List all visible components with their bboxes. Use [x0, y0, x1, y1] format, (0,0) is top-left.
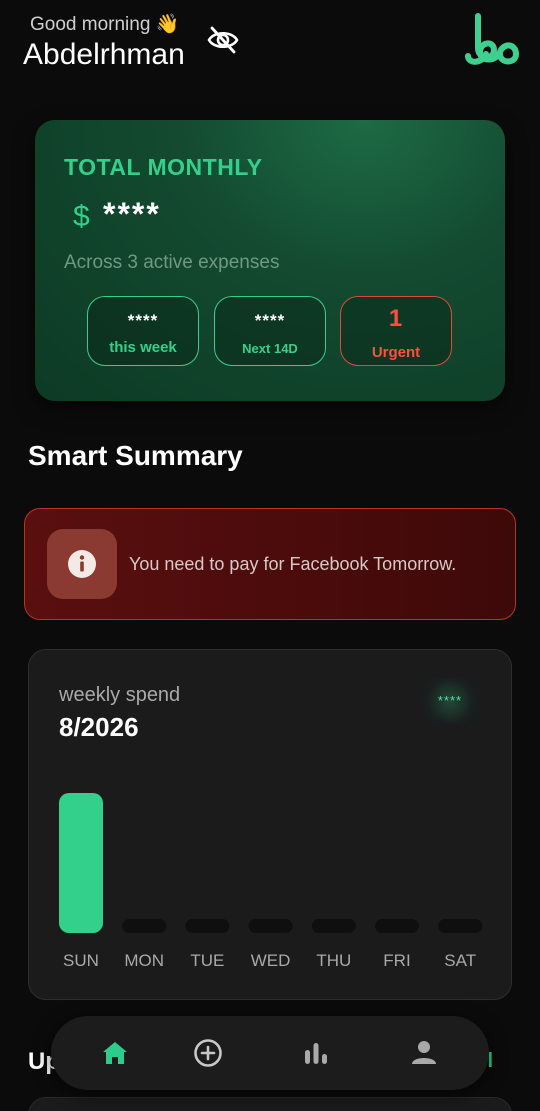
- alert-message: You need to pay for Facebook Tomorrow.: [129, 554, 457, 574]
- day-label-sun: SUN: [63, 951, 99, 970]
- day-label-wed: WED: [251, 951, 291, 970]
- urgent-count: 1: [388, 305, 404, 332]
- active-expenses-text: Across 3 active expenses: [64, 252, 280, 273]
- bar-mon[interactable]: [122, 919, 167, 933]
- weekly-bar-chart: SUN MON TUE WED THU FRI SAT: [59, 793, 483, 970]
- currency-symbol: $: [73, 200, 90, 233]
- urgent-label: Urgent: [371, 344, 421, 361]
- upcoming-card[interactable]: [28, 1097, 512, 1111]
- this-week-value: ****: [127, 311, 159, 330]
- bar-wed[interactable]: [248, 919, 293, 933]
- bar-thu[interactable]: [311, 919, 356, 933]
- greeting-text: Good morning 👋: [30, 14, 180, 35]
- bottom-nav: [51, 1016, 489, 1090]
- bar-chart-icon[interactable]: [299, 1036, 333, 1070]
- smart-summary-title: Smart Summary: [28, 440, 243, 471]
- day-label-sat: SAT: [444, 951, 476, 970]
- day-label-tue: TUE: [190, 951, 224, 970]
- payment-alert-card[interactable]: You need to pay for Facebook Tomorrow.: [24, 508, 516, 620]
- add-circle-icon[interactable]: [191, 1036, 225, 1070]
- person-icon[interactable]: [407, 1036, 441, 1070]
- total-monthly-card[interactable]: TOTAL MONTHLY $ **** Across 3 active exp…: [35, 120, 505, 401]
- alert-icon-box: [47, 529, 117, 599]
- info-icon: [68, 550, 96, 578]
- this-week-label: this week: [109, 339, 177, 356]
- bar-sun[interactable]: [59, 793, 103, 933]
- next-14d-label: Next 14D: [242, 341, 298, 356]
- bar-sat[interactable]: [438, 919, 483, 933]
- next-14d-value: ****: [254, 311, 286, 330]
- total-monthly-title: TOTAL MONTHLY: [64, 154, 263, 180]
- this-week-pill[interactable]: **** this week: [87, 296, 199, 366]
- home-icon[interactable]: [98, 1036, 132, 1070]
- weekly-spend-card: weekly spend 8/2026 **** SUN MON TUE WED THU…: [28, 649, 512, 1000]
- urgent-pill[interactable]: 1 Urgent: [340, 296, 452, 366]
- bar-tue[interactable]: [185, 919, 230, 933]
- app-logo: [462, 12, 520, 68]
- day-label-thu: THU: [316, 951, 351, 970]
- day-label-mon: MON: [124, 951, 164, 970]
- eye-off-icon[interactable]: [205, 24, 241, 56]
- day-label-fri: FRI: [383, 951, 410, 970]
- username: Abdelrhman: [23, 38, 185, 71]
- next-14d-pill[interactable]: **** Next 14D: [214, 296, 326, 366]
- total-amount: ****: [103, 196, 161, 232]
- bar-fri[interactable]: [375, 919, 419, 933]
- header: Good morning 👋 Abdelrhman: [0, 0, 540, 90]
